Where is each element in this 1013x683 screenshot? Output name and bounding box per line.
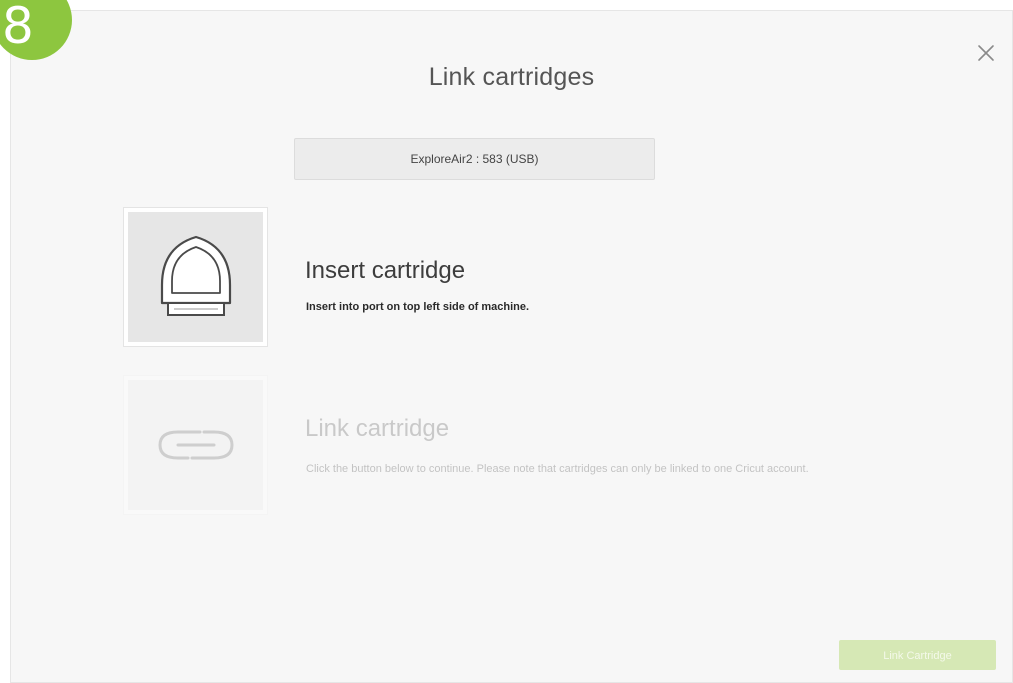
close-button[interactable] xyxy=(974,41,998,65)
cartridge-icon xyxy=(160,235,231,316)
dialog-title: Link cartridges xyxy=(428,63,595,91)
step-description: Click the button below to continue. Plea… xyxy=(306,463,809,475)
machine-select[interactable]: ExploreAir2 : 583 (USB) xyxy=(294,138,655,180)
close-icon xyxy=(978,45,994,61)
step-insert-cartridge: Insert cartridge Insert into port on top… xyxy=(123,207,903,347)
link-cartridge-button[interactable]: Link Cartridge xyxy=(839,640,996,670)
step-link-cartridge: Link cartridge Click the button below to… xyxy=(123,375,903,515)
machine-select-value: ExploreAir2 : 583 (USB) xyxy=(410,152,539,166)
step-heading: Link cartridge xyxy=(305,415,450,442)
step-icon-tile xyxy=(123,375,268,515)
step-heading: Insert cartridge xyxy=(305,257,466,284)
screenshot-frame: 8 Link cartridges ExploreAir2 : 583 (USB… xyxy=(0,0,1013,683)
step-description: Insert into port on top left side of mac… xyxy=(306,301,530,313)
link-icon xyxy=(157,430,234,460)
link-cartridges-dialog: Link cartridges ExploreAir2 : 583 (USB) … xyxy=(10,10,1013,683)
step-icon-tile xyxy=(123,207,268,347)
step-number: 8 xyxy=(2,0,34,55)
